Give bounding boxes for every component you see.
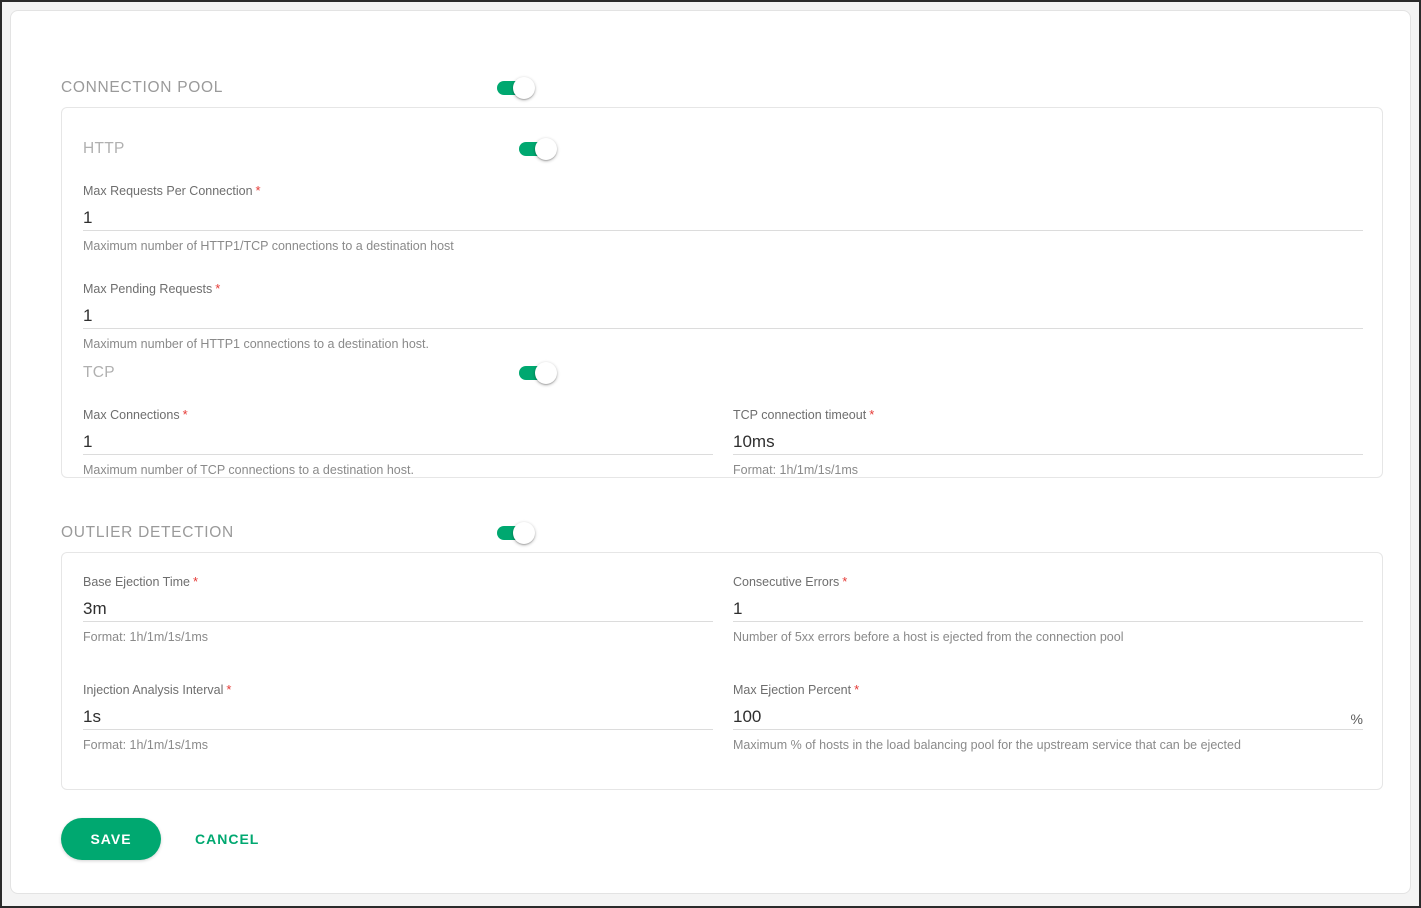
required-marker-icon: * [193, 574, 199, 589]
required-marker-icon: * [182, 407, 188, 422]
required-marker-icon: * [255, 183, 261, 198]
connection-pool-panel: HTTP Max Requests Per Connection* Maximu… [61, 107, 1383, 478]
toggle-knob-icon [513, 522, 535, 544]
max-requests-per-connection-input[interactable] [83, 206, 1363, 230]
field-hint: Maximum number of HTTP1/TCP connections … [83, 239, 454, 253]
toggle-knob-icon [535, 362, 557, 384]
max-connections-input[interactable] [83, 430, 713, 454]
injection-analysis-interval-input[interactable] [83, 705, 713, 729]
tcp-toggle[interactable] [519, 362, 563, 384]
field-input-row[interactable] [83, 202, 1363, 231]
field-label: Max Requests Per Connection * [83, 183, 1363, 199]
field-max-connections: Max Connections* Maximum number of TCP c… [83, 407, 713, 478]
field-input-row[interactable] [733, 593, 1363, 622]
http-subsection-header: HTTP [83, 134, 563, 164]
toggle-knob-icon [535, 138, 557, 160]
field-label: Max Ejection Percent * [733, 682, 1363, 698]
field-max-requests-per-connection: Max Requests Per Connection* Maximum num… [83, 183, 1363, 254]
field-input-row[interactable] [83, 300, 1363, 329]
http-toggle[interactable] [519, 138, 563, 160]
traffic-policy-form: CONNECTION POOL HTTP Max Requests Per Co… [11, 11, 1410, 893]
required-marker-icon: * [854, 682, 860, 697]
field-label-text: TCP connection timeout [733, 408, 867, 422]
form-actions: SAVE CANCEL [61, 818, 271, 860]
field-base-ejection-time: Base Ejection Time* Format: 1h/1m/1s/1ms [83, 574, 713, 645]
field-hint: Maximum % of hosts in the load balancing… [733, 738, 1241, 752]
outlier-detection-header: OUTLIER DETECTION [61, 516, 541, 550]
outlier-detection-title: OUTLIER DETECTION [61, 524, 234, 541]
http-subsection-title: HTTP [83, 140, 125, 157]
field-label-text: Max Requests Per Connection [83, 184, 253, 198]
save-button[interactable]: SAVE [61, 818, 161, 860]
field-label-text: Max Connections [83, 408, 180, 422]
field-label-text: Max Ejection Percent [733, 683, 852, 697]
field-hint: Maximum number of TCP connections to a d… [83, 463, 414, 477]
field-injection-analysis-interval: Injection Analysis Interval* Format: 1h/… [83, 682, 713, 753]
tcp-subsection-title: TCP [83, 364, 115, 381]
field-hint: Maximum number of HTTP1 connections to a… [83, 337, 429, 351]
required-marker-icon: * [215, 281, 221, 296]
outlier-detection-toggle[interactable] [497, 522, 541, 544]
field-max-pending-requests: Max Pending Requests* Maximum number of … [83, 281, 1363, 352]
field-label: TCP connection timeout * [733, 407, 1363, 423]
outlier-detection-panel: Base Ejection Time* Format: 1h/1m/1s/1ms… [61, 552, 1383, 790]
tcp-subsection-header: TCP [83, 358, 563, 388]
max-ejection-percent-input[interactable] [733, 705, 1363, 729]
field-consecutive-errors: Consecutive Errors* Number of 5xx errors… [733, 574, 1363, 645]
connection-pool-title: CONNECTION POOL [61, 79, 224, 96]
field-hint: Format: 1h/1m/1s/1ms [83, 738, 209, 752]
field-label-text: Base Ejection Time [83, 575, 190, 589]
field-label: Injection Analysis Interval * [83, 682, 713, 698]
field-label: Base Ejection Time * [83, 574, 713, 590]
field-label: Max Connections * [83, 407, 713, 423]
required-marker-icon: * [842, 574, 848, 589]
max-pending-requests-input[interactable] [83, 304, 1363, 328]
field-tcp-connection-timeout: TCP connection timeout* Format: 1h/1m/1s… [733, 407, 1363, 478]
browser-viewport: CONNECTION POOL HTTP Max Requests Per Co… [0, 0, 1421, 908]
percent-suffix-label: % [1350, 711, 1363, 727]
base-ejection-time-input[interactable] [83, 597, 713, 621]
field-hint: Number of 5xx errors before a host is ej… [733, 630, 1124, 644]
field-input-row[interactable] [83, 593, 713, 622]
settings-card: CONNECTION POOL HTTP Max Requests Per Co… [10, 10, 1411, 894]
field-label: Consecutive Errors * [733, 574, 1363, 590]
consecutive-errors-input[interactable] [733, 597, 1363, 621]
required-marker-icon: * [226, 682, 232, 697]
field-input-row[interactable] [733, 426, 1363, 455]
field-label-text: Max Pending Requests [83, 282, 213, 296]
field-label-text: Injection Analysis Interval [83, 683, 224, 697]
cancel-button[interactable]: CANCEL [183, 818, 271, 860]
connection-pool-header: CONNECTION POOL [61, 71, 541, 105]
field-max-ejection-percent: Max Ejection Percent* % Maximum % of hos… [733, 682, 1363, 753]
field-input-row[interactable]: % [733, 701, 1363, 730]
required-marker-icon: * [869, 407, 875, 422]
field-label-text: Consecutive Errors [733, 575, 840, 589]
field-input-row[interactable] [83, 426, 713, 455]
tcp-connection-timeout-input[interactable] [733, 430, 1363, 454]
field-hint: Format: 1h/1m/1s/1ms [83, 630, 209, 644]
connection-pool-toggle[interactable] [497, 77, 541, 99]
field-input-row[interactable] [83, 701, 713, 730]
field-label: Max Pending Requests * [83, 281, 1363, 297]
toggle-knob-icon [513, 77, 535, 99]
field-hint: Format: 1h/1m/1s/1ms [733, 463, 859, 477]
